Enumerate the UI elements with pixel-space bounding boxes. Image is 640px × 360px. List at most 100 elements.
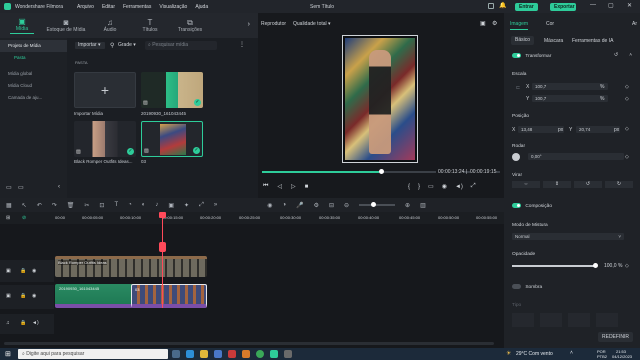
- zoom-slider[interactable]: [359, 202, 396, 207]
- maximize-icon[interactable]: ▢: [608, 2, 614, 9]
- settings-icon[interactable]: ⚙: [492, 20, 497, 27]
- windows-start-icon[interactable]: ⊞: [5, 350, 11, 358]
- volume-icon[interactable]: ◄): [32, 320, 39, 326]
- new-folder-icon[interactable]: ▭: [6, 184, 12, 191]
- mask-icon[interactable]: ▣: [168, 202, 174, 209]
- keyframe-icon[interactable]: ◇: [625, 263, 629, 269]
- login-button[interactable]: Entrar: [515, 3, 538, 11]
- subtab-ai-tools[interactable]: Ferramentas de IA: [572, 38, 613, 44]
- keyframe-icon[interactable]: ◇: [625, 126, 629, 132]
- video-clip-top[interactable]: Black Romper Outfits Ideas: [55, 256, 207, 277]
- prev-frame-icon[interactable]: ⏮: [263, 183, 268, 190]
- keyframe-icon[interactable]: ◇: [625, 154, 629, 160]
- link-icon[interactable]: ⊏: [516, 85, 520, 91]
- tab-audio[interactable]: ♫ Áudio: [90, 18, 130, 33]
- chrome-icon[interactable]: [256, 350, 264, 358]
- media-item-3[interactable]: ▨ ✓: [141, 121, 203, 157]
- prop-tab-more[interactable]: Ar: [632, 21, 637, 27]
- text-edit-icon[interactable]: T: [114, 202, 118, 208]
- video-clip-green[interactable]: 20190930_161043445: [55, 284, 133, 308]
- tab-media[interactable]: ▣ Mídia: [2, 17, 42, 34]
- media-item-2[interactable]: ▨ ✓: [74, 121, 136, 157]
- taskbar-search-input[interactable]: ⌕ Digite aqui para pesquisar: [18, 349, 168, 359]
- sidebar-item-cloud-media[interactable]: Mídia Cloud: [0, 80, 67, 92]
- player-tab[interactable]: Reprodutor: [261, 21, 286, 27]
- grid-dropdown[interactable]: Grade ▾: [115, 42, 140, 49]
- app-icon[interactable]: [284, 350, 292, 358]
- playhead-handle[interactable]: [159, 212, 166, 218]
- sidebar-item-folder[interactable]: Pasta: [0, 52, 67, 64]
- minimize-icon[interactable]: —: [590, 2, 596, 8]
- sidebar-item-global-media[interactable]: Mídia global: [0, 68, 67, 80]
- filter-icon[interactable]: ⚲: [110, 42, 114, 49]
- reset-button[interactable]: REDEFINIR: [598, 332, 633, 342]
- task-view-icon[interactable]: [172, 350, 180, 358]
- lock-icon[interactable]: 🔒: [20, 320, 26, 326]
- tray-arrow-icon[interactable]: ˄: [570, 350, 573, 356]
- tab-titles[interactable]: T Títulos: [130, 18, 170, 33]
- ai-cut-icon[interactable]: ⚙: [314, 202, 319, 209]
- crop-icon[interactable]: ⊡: [99, 202, 104, 209]
- search-input[interactable]: ⌕ Pesquisar mídia: [145, 41, 217, 50]
- shadow-type-icon[interactable]: [596, 313, 618, 327]
- collapse-icon[interactable]: ‹: [58, 184, 60, 190]
- more-tools-icon[interactable]: »: [214, 202, 217, 208]
- record-icon[interactable]: ◉: [267, 202, 272, 209]
- stop-icon[interactable]: ■: [305, 184, 309, 190]
- visibility-icon[interactable]: ◉: [32, 268, 36, 274]
- progress-knob[interactable]: [378, 169, 384, 174]
- expand-icon[interactable]: ⤢: [199, 202, 204, 209]
- shadow-type-icon[interactable]: [512, 313, 534, 327]
- display-icon[interactable]: ▭: [428, 183, 434, 190]
- mic-icon[interactable]: 🎤: [296, 202, 303, 209]
- clock-date[interactable]: 04/12/2023: [612, 354, 632, 359]
- fullscreen-icon[interactable]: ⤢: [471, 183, 476, 190]
- lock-icon[interactable]: 🔒: [20, 293, 26, 299]
- mark-in-icon[interactable]: {: [408, 184, 410, 190]
- grid-icon[interactable]: ▦: [6, 202, 12, 209]
- explorer-icon[interactable]: [200, 350, 208, 358]
- play-icon[interactable]: ▷: [291, 183, 296, 190]
- snapshot-icon[interactable]: ▣: [480, 20, 486, 27]
- zoom-out-icon[interactable]: ⊖: [344, 202, 349, 209]
- keyboard-layout[interactable]: PTB2: [597, 354, 607, 359]
- opacity-knob[interactable]: [593, 263, 598, 268]
- more-icon[interactable]: ⋮: [239, 41, 245, 48]
- menu-visualizacao[interactable]: Visualização: [159, 4, 187, 10]
- mark-out-icon[interactable]: }: [418, 184, 420, 190]
- keyframe-icon[interactable]: ◇: [625, 84, 629, 90]
- chevron-up-icon[interactable]: ˄: [629, 53, 632, 58]
- snap-icon[interactable]: ◑: [282, 202, 286, 208]
- scale-x-field[interactable]: 100,7: [532, 83, 608, 90]
- play-back-icon[interactable]: ◁: [277, 183, 282, 190]
- menu-arquivo[interactable]: Arquivo: [77, 4, 94, 10]
- menu-ajuda[interactable]: Ajuda: [195, 4, 208, 10]
- scale-y-field[interactable]: 100,7: [532, 95, 608, 102]
- audio-icon[interactable]: ♪: [155, 202, 158, 208]
- subtab-mask[interactable]: Máscara: [544, 38, 563, 44]
- menu-ferramentas[interactable]: Ferramentas: [123, 4, 151, 10]
- redo-icon[interactable]: ↷: [52, 202, 57, 209]
- sidebar-item-adjustment-layer[interactable]: Camada de aju...: [0, 92, 67, 104]
- subtab-basic[interactable]: Básico: [511, 36, 535, 45]
- split-icon[interactable]: ⊟: [329, 202, 334, 209]
- weather-text[interactable]: 29°C Com vento: [516, 351, 553, 357]
- menu-editar[interactable]: Editar: [102, 4, 115, 10]
- cut-icon[interactable]: ✂: [84, 202, 89, 209]
- rotate-dial-icon[interactable]: [512, 153, 520, 161]
- timeline-scrollbar[interactable]: [4, 342, 494, 345]
- close-icon[interactable]: ✕: [627, 2, 632, 9]
- gift-icon[interactable]: [488, 3, 494, 9]
- rotate-left-icon[interactable]: ↺: [574, 181, 602, 188]
- keyframe-icon[interactable]: ◇: [625, 96, 629, 102]
- delete-icon[interactable]: 🗑: [67, 202, 75, 209]
- chevron-right-icon[interactable]: ›: [248, 21, 250, 28]
- playhead-marker[interactable]: [159, 242, 166, 252]
- video-clip-selected[interactable]: 03: [131, 284, 207, 308]
- flip-horizontal-icon[interactable]: ⇔: [512, 181, 540, 188]
- media-item-1[interactable]: ▨ ✓: [141, 72, 203, 108]
- store-icon[interactable]: [214, 350, 222, 358]
- add-track-icon[interactable]: ⊞: [6, 215, 10, 221]
- layout-icon[interactable]: ▥: [420, 202, 426, 209]
- transform-toggle[interactable]: [512, 53, 521, 58]
